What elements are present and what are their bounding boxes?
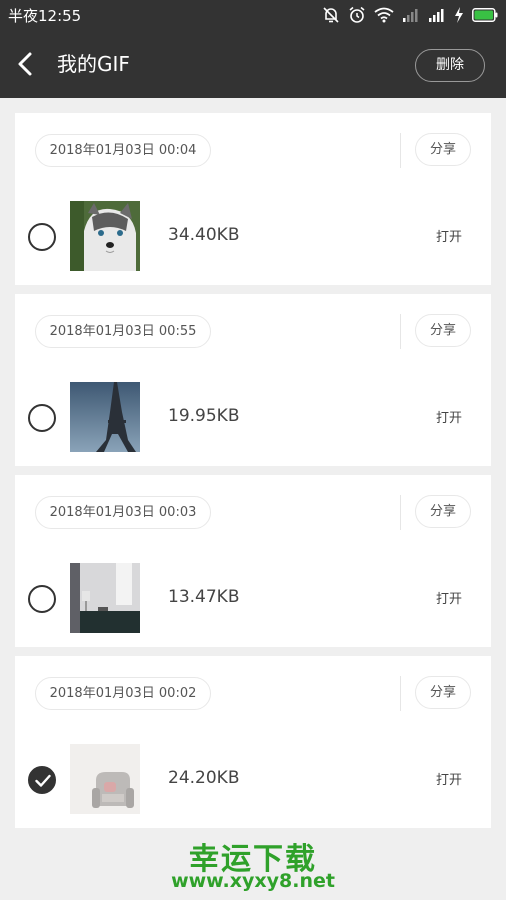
divider <box>400 495 401 530</box>
gif-thumbnail[interactable] <box>70 382 140 452</box>
divider <box>400 676 401 711</box>
status-time: 半夜12:55 <box>8 7 82 25</box>
gif-thumbnail[interactable] <box>70 201 140 271</box>
open-button[interactable]: 打开 <box>436 588 462 607</box>
interior-room-image <box>70 563 140 633</box>
gif-thumbnail[interactable] <box>70 563 140 633</box>
open-button[interactable]: 打开 <box>436 407 462 426</box>
signal-icon <box>403 9 418 22</box>
status-icons <box>322 6 498 24</box>
chevron-left-icon <box>18 52 32 76</box>
divider <box>400 314 401 349</box>
date-label: 2018年01月03日 00:02 <box>35 677 211 710</box>
open-button[interactable]: 打开 <box>436 769 462 788</box>
page-title: 我的GIF <box>57 52 130 76</box>
share-button[interactable]: 分享 <box>415 133 471 166</box>
share-button[interactable]: 分享 <box>415 314 471 347</box>
back-button[interactable] <box>10 48 42 80</box>
husky-puppy-image <box>70 201 140 271</box>
status-bar: 半夜12:55 <box>0 0 506 30</box>
date-label: 2018年01月03日 00:55 <box>35 315 211 348</box>
date-label: 2018年01月03日 00:04 <box>35 134 211 167</box>
file-size: 13.47KB <box>168 587 240 607</box>
open-button[interactable]: 打开 <box>436 226 462 245</box>
checkmark-icon <box>35 774 51 787</box>
title-bar: 我的GIF 删除 <box>0 30 506 98</box>
mute-bell-icon <box>323 7 339 23</box>
gif-card: 2018年01月03日 00:02 分享 24.20KB 打开 <box>15 656 491 828</box>
gif-card: 2018年01月03日 00:04 分享 34.40KB 打开 <box>15 113 491 285</box>
file-size: 19.95KB <box>168 406 240 426</box>
share-button[interactable]: 分享 <box>415 495 471 528</box>
signal-icon <box>429 9 444 22</box>
gif-card: 2018年01月03日 00:03 分享 13.47KB 打开 <box>15 475 491 647</box>
file-size: 24.20KB <box>168 768 240 788</box>
charging-icon <box>455 7 463 23</box>
date-label: 2018年01月03日 00:03 <box>35 496 211 529</box>
eiffel-tower-image <box>70 382 140 452</box>
gif-thumbnail[interactable] <box>70 744 140 814</box>
gif-card: 2018年01月03日 00:55 分享 19.95KB 打开 <box>15 294 491 466</box>
battery-icon <box>472 8 498 22</box>
share-button[interactable]: 分享 <box>415 676 471 709</box>
watermark-url: www.xyxy8.net <box>171 870 335 892</box>
select-checkbox[interactable] <box>28 223 56 251</box>
wifi-icon <box>374 7 394 23</box>
select-checkbox[interactable] <box>28 766 56 794</box>
delete-button[interactable]: 删除 <box>415 49 485 82</box>
select-checkbox[interactable] <box>28 585 56 613</box>
armchair-image <box>70 744 140 814</box>
file-size: 34.40KB <box>168 225 240 245</box>
divider <box>400 133 401 168</box>
select-checkbox[interactable] <box>28 404 56 432</box>
alarm-icon <box>349 6 365 23</box>
